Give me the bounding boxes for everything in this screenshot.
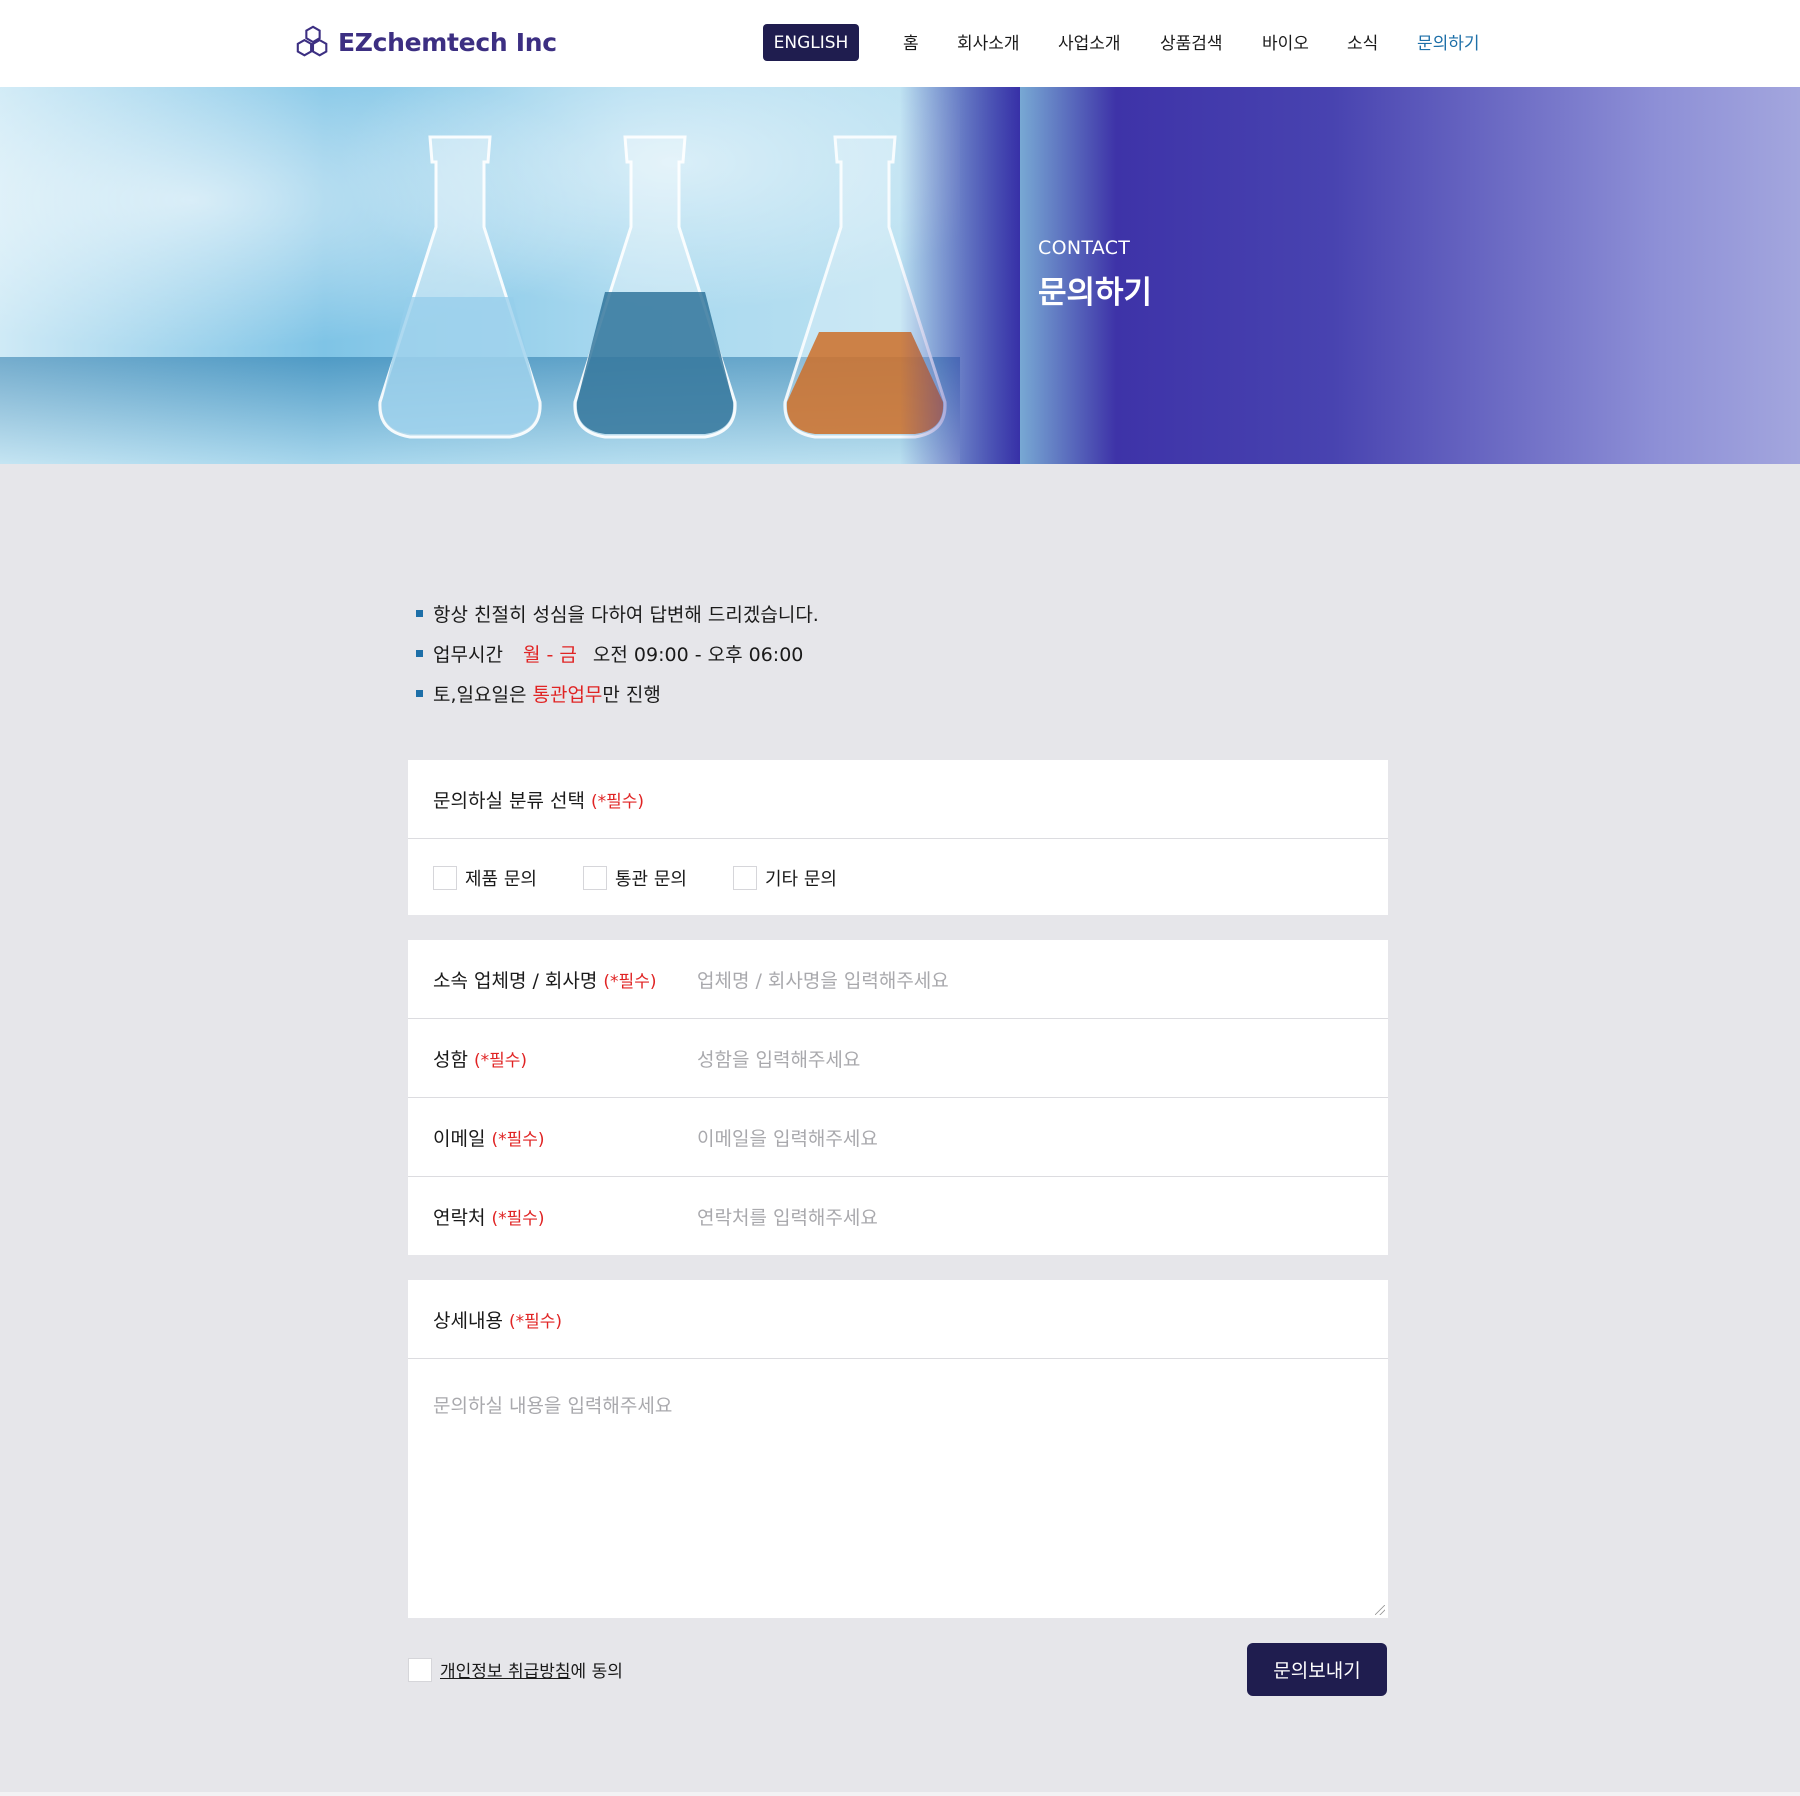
bullet-icon [416, 610, 423, 617]
privacy-agree-text: 개인정보 취급방침에 동의 [440, 1657, 623, 1682]
name-input[interactable]: 성함을 입력해주세요 [697, 1045, 860, 1072]
hero-banner: CONTACT 문의하기 [0, 87, 1800, 464]
info-text-1: 항상 친절히 성심을 다하여 답변해 드리겠습니다. [433, 604, 819, 626]
details-textarea[interactable]: 문의하실 내용을 입력해주세요 [408, 1359, 1388, 1618]
info-line-3: 토,일요일은 통관업무만 진행 [416, 680, 661, 707]
privacy-agree-checkbox[interactable] [408, 1657, 432, 1682]
business-hours: 오전 09:00 - 오후 06:00 [592, 644, 804, 666]
bullet-icon [416, 690, 423, 697]
details-placeholder: 문의하실 내용을 입력해주세요 [433, 1395, 673, 1417]
email-input[interactable]: 이메일을 입력해주세요 [697, 1124, 878, 1151]
weekend-highlight: 통관업무 [532, 684, 603, 706]
nav-product-search[interactable]: 상품검색 [1160, 29, 1223, 54]
name-label: 성함 (*필수) [433, 1049, 528, 1071]
hero-title: 문의하기 [1038, 275, 1153, 311]
hero-subtitle: CONTACT [1038, 237, 1131, 259]
email-row: 이메일 (*필수) 이메일을 입력해주세요 [408, 1098, 1388, 1177]
page-bottom-edge [0, 1792, 1800, 1796]
product-inquiry-label: 제품 문의 [465, 869, 537, 890]
submit-inquiry-button[interactable]: 문의보내기 [1247, 1643, 1387, 1696]
company-label: 소속 업체명 / 회사명 (*필수) [433, 970, 657, 992]
logo-text: EZchemtech Inc [338, 27, 557, 57]
option-product[interactable]: 제품 문의 [433, 865, 537, 891]
name-row: 성함 (*필수) 성함을 입력해주세요 [408, 1019, 1388, 1098]
category-options-row: 제품 문의 통관 문의 기타 문의 [408, 839, 1388, 915]
nav-contact[interactable]: 문의하기 [1417, 29, 1480, 54]
logo[interactable]: EZchemtech Inc [294, 22, 557, 62]
product-inquiry-checkbox[interactable] [433, 866, 457, 890]
details-label: 상세내용 (*필수) [433, 1310, 563, 1332]
category-header-row: 문의하실 분류 선택 (*필수) [408, 760, 1388, 839]
option-other[interactable]: 기타 문의 [733, 865, 837, 891]
business-days: 월 - 금 [522, 644, 577, 666]
hexagon-logo-icon [296, 25, 328, 57]
weekend-suffix: 만 진행 [602, 684, 661, 706]
info-line-1: 항상 친절히 성심을 다하여 답변해 드리겠습니다. [416, 600, 819, 627]
hero-gradient-overlay [900, 87, 1020, 464]
customs-inquiry-checkbox[interactable] [583, 866, 607, 890]
required-mark: (*필수) [590, 792, 645, 812]
nav-business[interactable]: 사업소개 [1058, 29, 1121, 54]
site-header: EZchemtech Inc ENGLISH 홈 회사소개 사업소개 상품검색 … [0, 0, 1800, 87]
details-card: 상세내용 (*필수) 문의하실 내용을 입력해주세요 [408, 1280, 1388, 1618]
option-customs[interactable]: 통관 문의 [583, 865, 687, 891]
phone-input[interactable]: 연락처를 입력해주세요 [697, 1203, 878, 1230]
info-line-2: 업무시간 월 - 금 오전 09:00 - 오후 06:00 [416, 640, 803, 667]
company-input[interactable]: 업체명 / 회사명을 입력해주세요 [697, 966, 949, 993]
category-label: 문의하실 분류 선택 (*필수) [433, 790, 645, 812]
phone-row: 연락처 (*필수) 연락처를 입력해주세요 [408, 1177, 1388, 1255]
nav-about[interactable]: 회사소개 [957, 29, 1020, 54]
other-inquiry-label: 기타 문의 [765, 869, 837, 890]
customs-inquiry-label: 통관 문의 [615, 869, 687, 890]
privacy-policy-link[interactable]: 개인정보 취급방침 [440, 1662, 571, 1682]
nav-news[interactable]: 소식 [1347, 29, 1378, 54]
privacy-agree-suffix: 에 동의 [570, 1662, 623, 1682]
nav-home[interactable]: 홈 [903, 29, 919, 54]
resize-handle-icon[interactable] [1375, 1605, 1385, 1615]
email-label: 이메일 (*필수) [433, 1128, 545, 1150]
details-header-row: 상세내용 (*필수) [408, 1280, 1388, 1359]
privacy-agreement: 개인정보 취급방침에 동의 [408, 1657, 623, 1682]
weekend-prefix: 토,일요일은 [433, 684, 533, 706]
other-inquiry-checkbox[interactable] [733, 866, 757, 890]
flask-blue-image [573, 135, 737, 439]
business-hours-label: 업무시간 [433, 644, 503, 666]
english-language-button[interactable]: ENGLISH [763, 24, 859, 61]
category-card: 문의하실 분류 선택 (*필수) 제품 문의 통관 문의 기타 문의 [408, 760, 1388, 915]
contact-fields-card: 소속 업체명 / 회사명 (*필수) 업체명 / 회사명을 입력해주세요 성함 … [408, 940, 1388, 1255]
flask-clear-image [378, 135, 542, 439]
company-row: 소속 업체명 / 회사명 (*필수) 업체명 / 회사명을 입력해주세요 [408, 940, 1388, 1019]
nav-bio[interactable]: 바이오 [1262, 29, 1309, 54]
phone-label: 연락처 (*필수) [433, 1207, 545, 1229]
bullet-icon [416, 650, 423, 657]
